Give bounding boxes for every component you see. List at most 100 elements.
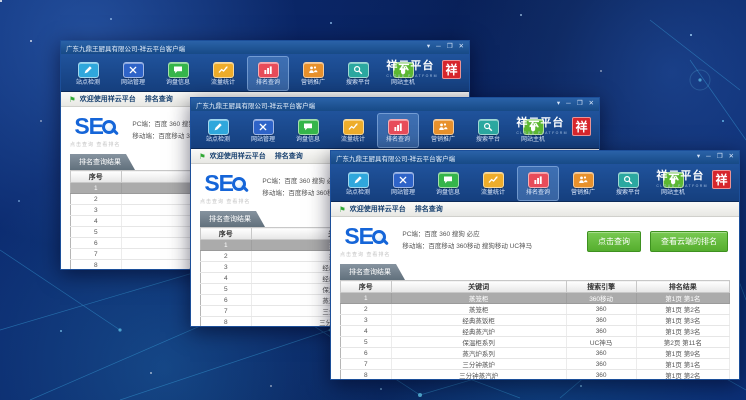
seo-logo-text: SE (344, 225, 373, 248)
window-titlebar[interactable]: 广东九鼎王厨具有限公司-祥云平台客户端 ▾ ─ ❐ ✕ (331, 151, 739, 164)
cell-seq: 6 (71, 238, 122, 249)
window-titlebar[interactable]: 广东九鼎王厨具有限公司-祥云平台客户端 ▾ ─ ❐ ✕ (61, 41, 469, 54)
cloud-rank-button[interactable]: 查看云端的排名 (650, 231, 728, 252)
people-icon (433, 119, 454, 135)
toolbar-item-rank-query[interactable]: 排名查询 (517, 166, 559, 201)
minimize-button[interactable]: ─ (706, 154, 711, 161)
toolbar-item-label: 网站管理 (251, 137, 275, 143)
minimize-button[interactable]: ─ (436, 44, 441, 51)
skin-button[interactable]: ▾ (697, 154, 700, 161)
close-button[interactable]: ✕ (729, 154, 734, 161)
toolbar-item-search-platform[interactable]: 搜索平台 (467, 113, 509, 148)
toolbar-item-label: 询盘信息 (296, 137, 320, 143)
people-icon (573, 172, 594, 188)
toolbar-item-search-platform[interactable]: 搜索平台 (337, 56, 379, 91)
toolbar-item-rank-query[interactable]: 排名查询 (377, 113, 419, 148)
toolbar-item-site-manage[interactable]: 网站管理 (242, 113, 284, 148)
toolbar-item-traffic-stats[interactable]: 流量统计 (332, 113, 374, 148)
toolbar-item-site-check[interactable]: 站点检测 (67, 56, 109, 91)
window-titlebar[interactable]: 广东九鼎王厨具有限公司-祥云平台客户端 ▾ ─ ❐ ✕ (191, 98, 599, 111)
toolbar-item-site-check[interactable]: 站点检测 (337, 166, 379, 201)
table-row[interactable]: 4经典蒸汽炉360第1页 第3名 (341, 326, 730, 337)
toolbar-item-inquiry-info[interactable]: 询盘信息 (427, 166, 469, 201)
brand-badge-icon: 祥 (712, 170, 731, 189)
toolbar-item-label: 站点检测 (76, 80, 100, 86)
toolbar-item-search-platform[interactable]: 搜索平台 (607, 166, 649, 201)
column-header[interactable]: 排名结果 (636, 281, 729, 293)
toolbar-item-rank-query[interactable]: 排名查询 (247, 56, 289, 91)
line-chart-icon (483, 172, 504, 188)
brand: 祥云平台 CLOUD PLATFORM 祥 (656, 170, 731, 189)
close-button[interactable]: ✕ (459, 44, 464, 51)
toolbar-item-traffic-stats[interactable]: 流量统计 (202, 56, 244, 91)
toolbar-item-label: 询盘信息 (436, 190, 460, 196)
toolbar-item-label: 站点检测 (346, 190, 370, 196)
cell-rank: 第1页 第2名 (636, 370, 729, 380)
toolbar-item-inquiry-info[interactable]: 询盘信息 (157, 56, 199, 91)
cell-rank: 第1页 第3名 (636, 315, 729, 326)
brand-subtitle: CLOUD PLATFORM (516, 131, 568, 135)
magnifier-icon (372, 230, 386, 244)
table-row[interactable]: 6蒸汽炉系列360第1页 第9名 (341, 348, 730, 359)
cell-seq: 7 (201, 306, 252, 317)
toolbar-item-label: 站点检测 (206, 137, 230, 143)
results-table: 序号关键词搜索引擎排名结果 1蒸笼柜360移动第1页 第1名2蒸笼柜360第1页… (340, 280, 730, 379)
brand-badge-icon: 祥 (442, 60, 461, 79)
seo-header-row: SE 点击查询 查看排名 PC端：百度 360 搜狗 必应 移动端：百度移动 3… (340, 221, 730, 261)
toolbar-item-label: 网站主机 (661, 190, 685, 196)
toolbar-item-site-check[interactable]: 站点检测 (197, 113, 239, 148)
pencil-icon (348, 172, 369, 188)
flag-icon: ⚑ (199, 152, 206, 161)
table-row[interactable]: 7三分钟蒸炉360第1页 第1名 (341, 359, 730, 370)
cell-seq: 2 (201, 251, 252, 262)
brand-text: 祥云平台 CLOUD PLATFORM (386, 61, 438, 78)
tools-icon (253, 119, 274, 135)
results-tab[interactable]: 排名查询结果 (340, 264, 405, 280)
toolbar-item-site-manage[interactable]: 网站管理 (112, 56, 154, 91)
toolbar-item-traffic-stats[interactable]: 流量统计 (472, 166, 514, 201)
toolbar-item-marketing[interactable]: 营销推广 (292, 56, 334, 91)
people-icon (303, 62, 324, 78)
column-header[interactable]: 序号 (341, 281, 392, 293)
maximize-button[interactable]: ❐ (577, 101, 583, 108)
maximize-button[interactable]: ❐ (717, 154, 723, 161)
search-icon (618, 172, 639, 188)
maximize-button[interactable]: ❐ (447, 44, 453, 51)
cell-seq: 7 (71, 249, 122, 260)
column-header[interactable]: 序号 (201, 228, 252, 240)
search-icon (348, 62, 369, 78)
column-header[interactable]: 关键词 (391, 281, 566, 293)
table-row[interactable]: 2蒸笼柜360第1页 第2名 (341, 304, 730, 315)
cell-seq: 6 (201, 295, 252, 306)
table-row[interactable]: 8三分钟蒸汽炉360第1页 第2名 (341, 370, 730, 380)
results-tab[interactable]: 排名查询结果 (200, 211, 265, 227)
cell-seq: 3 (341, 315, 392, 326)
table-row[interactable]: 5保温柜系列UC神马第2页 第11名 (341, 337, 730, 348)
skin-button[interactable]: ▾ (427, 44, 430, 51)
window-controls: ▾ ─ ❐ ✕ (557, 101, 594, 108)
cell-seq: 2 (71, 194, 122, 205)
toolbar-item-label: 排名查询 (386, 137, 410, 143)
welcome-bar: ⚑ 欢迎使用祥云平台 排名查询 (331, 202, 739, 217)
toolbar-item-marketing[interactable]: 营销推广 (562, 166, 604, 201)
toolbar-item-label: 网站主机 (521, 137, 545, 143)
message-icon (438, 172, 459, 188)
cell-rank: 第1页 第9名 (636, 348, 729, 359)
close-button[interactable]: ✕ (589, 101, 594, 108)
window-title: 广东九鼎王厨具有限公司-祥云平台客户端 (66, 43, 427, 53)
results-tab[interactable]: 排名查询结果 (70, 154, 135, 170)
column-header[interactable]: 搜索引擎 (566, 281, 636, 293)
table-row[interactable]: 3经典蒸饭柜360第1页 第3名 (341, 315, 730, 326)
minimize-button[interactable]: ─ (566, 101, 571, 108)
toolbar-item-marketing[interactable]: 营销推广 (422, 113, 464, 148)
toolbar-item-site-manage[interactable]: 网站管理 (382, 166, 424, 201)
column-header[interactable]: 序号 (71, 171, 122, 183)
table-row[interactable]: 1蒸笼柜360移动第1页 第1名 (341, 293, 730, 304)
brand-name: 祥云平台 (656, 171, 708, 182)
toolbar-item-inquiry-info[interactable]: 询盘信息 (287, 113, 329, 148)
query-button[interactable]: 点击查询 (587, 231, 641, 252)
skin-button[interactable]: ▾ (557, 101, 560, 108)
brand-name: 祥云平台 (386, 61, 438, 72)
bar-chart-icon (528, 172, 549, 188)
window-title: 广东九鼎王厨具有限公司-祥云平台客户端 (336, 153, 697, 163)
